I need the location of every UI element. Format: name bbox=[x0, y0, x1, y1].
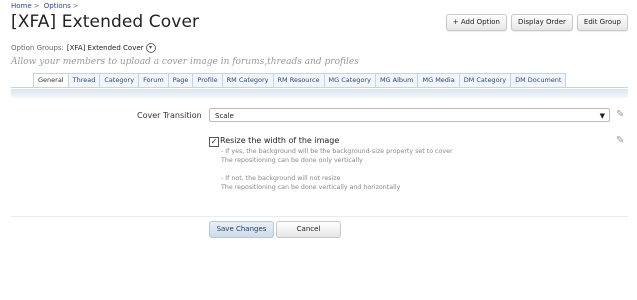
top-buttons: + Add Option Display Order Edit Group bbox=[445, 14, 628, 31]
tab-forum[interactable]: Forum bbox=[138, 73, 169, 87]
tab-general[interactable]: General bbox=[33, 73, 69, 88]
resize-width-checkbox[interactable]: ✓ bbox=[209, 137, 219, 147]
edit-pencil-icon[interactable]: ✎ bbox=[616, 135, 624, 146]
group-description: Allow your members to upload a cover ima… bbox=[11, 57, 359, 67]
page-title: [XFA] Extended Cover bbox=[11, 12, 200, 32]
tab-dm-category[interactable]: DM Category bbox=[458, 73, 512, 87]
breadcrumb: Home > Options > bbox=[11, 2, 81, 10]
save-changes-button[interactable]: Save Changes bbox=[209, 221, 274, 238]
tab-dm-document[interactable]: DM Document bbox=[510, 73, 567, 87]
breadcrumb-options[interactable]: Options bbox=[44, 2, 71, 10]
form-divider bbox=[11, 216, 628, 217]
tab-mg-media[interactable]: MG Media bbox=[417, 73, 460, 87]
tab-rm-category[interactable]: RM Category bbox=[221, 73, 274, 87]
tab-rm-resource[interactable]: RM Resource bbox=[272, 73, 325, 87]
tab-content-band bbox=[11, 89, 628, 98]
tab-bar: General Thread Category Forum Page Profi… bbox=[33, 73, 567, 88]
breadcrumb-separator: > bbox=[33, 2, 40, 10]
resize-width-label: Resize the width of the image bbox=[220, 136, 340, 145]
option-groups: Option Groups: [XFA] Extended Cover ▾ bbox=[11, 43, 156, 53]
tab-profile[interactable]: Profile bbox=[192, 73, 223, 87]
cancel-button[interactable]: Cancel bbox=[276, 221, 341, 238]
breadcrumb-home[interactable]: Home bbox=[11, 2, 32, 10]
tab-mg-category[interactable]: MG Category bbox=[323, 73, 376, 87]
cover-transition-label: Cover Transition bbox=[137, 111, 202, 120]
edit-pencil-icon[interactable]: ✎ bbox=[616, 109, 624, 120]
option-groups-label: Option Groups: bbox=[11, 44, 64, 52]
option-groups-value[interactable]: [XFA] Extended Cover bbox=[67, 44, 144, 52]
display-order-button[interactable]: Display Order bbox=[510, 14, 573, 31]
edit-group-button[interactable]: Edit Group bbox=[576, 14, 628, 31]
cover-transition-select[interactable]: Scale ▼ bbox=[209, 108, 610, 122]
add-option-button[interactable]: + Add Option bbox=[445, 14, 507, 31]
tab-mg-album[interactable]: MG Album bbox=[374, 73, 419, 87]
breadcrumb-separator: > bbox=[72, 2, 79, 10]
cover-transition-value: Scale bbox=[215, 112, 234, 120]
tab-category[interactable]: Category bbox=[99, 73, 140, 87]
chevron-down-icon[interactable]: ▾ bbox=[145, 43, 156, 53]
tab-thread[interactable]: Thread bbox=[67, 73, 101, 87]
dropdown-arrow-icon: ▼ bbox=[599, 112, 605, 120]
resize-hint-line: The repositioning can be done vertically… bbox=[221, 184, 401, 191]
resize-hint-line: The repositioning can be done only verti… bbox=[221, 157, 363, 164]
tab-page[interactable]: Page bbox=[167, 73, 194, 87]
tab-divider bbox=[11, 87, 628, 88]
